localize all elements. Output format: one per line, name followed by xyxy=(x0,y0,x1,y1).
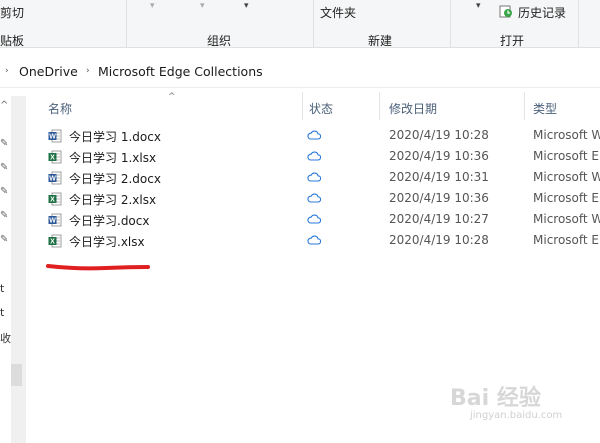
clipboard-group-label: 贴板 xyxy=(0,34,25,48)
open-group-label: 打开 xyxy=(500,34,525,48)
cloud-icon xyxy=(307,235,321,245)
breadcrumb-arrow-icon[interactable]: › xyxy=(5,66,9,76)
svg-text:X: X xyxy=(50,239,55,246)
new-group-label: 新建 xyxy=(368,34,393,48)
file-name[interactable]: 今日学习 2.xlsx xyxy=(69,191,156,208)
file-row[interactable]: X 今日学习.xlsx 2020/4/19 10:28 Microsoft E xyxy=(44,231,600,252)
breadcrumb-arrow-icon[interactable]: › xyxy=(86,66,90,76)
svg-text:X: X xyxy=(50,197,55,204)
pin-icon[interactable]: ✎ xyxy=(0,138,8,149)
chevron-down-icon[interactable]: ▾ xyxy=(476,1,481,11)
file-name[interactable]: 今日学习 1.docx xyxy=(69,128,161,145)
chevron-down-icon[interactable]: ▾ xyxy=(200,1,205,11)
cloud-icon xyxy=(307,172,321,182)
ribbon-separator xyxy=(313,0,314,47)
ribbon-separator xyxy=(578,0,579,47)
file-type: Microsoft W xyxy=(533,128,600,142)
file-row[interactable]: X 今日学习 2.xlsx 2020/4/19 10:36 Microsoft E xyxy=(44,189,600,210)
file-modified-date: 2020/4/19 10:28 xyxy=(389,128,489,142)
watermark-brand: Bai 经验 xyxy=(450,386,541,411)
cloud-icon xyxy=(307,130,321,140)
pin-icon[interactable]: ✎ xyxy=(0,162,8,173)
file-row[interactable]: W 今日学习 2.docx 2020/4/19 10:31 Microsoft W xyxy=(44,168,600,189)
cut-button[interactable]: 剪切 xyxy=(0,4,24,21)
file-row[interactable]: X 今日学习 1.xlsx 2020/4/19 10:36 Microsoft E xyxy=(44,147,600,168)
file-name[interactable]: 今日学习.docx xyxy=(69,212,149,229)
file-type: Microsoft W xyxy=(533,212,600,226)
excel-file-icon: X xyxy=(48,150,62,164)
chevron-down-icon[interactable]: ▾ xyxy=(244,1,249,11)
cloud-icon xyxy=(307,151,321,161)
column-separator[interactable] xyxy=(524,92,525,120)
file-type: Microsoft E xyxy=(533,191,600,205)
nav-scrollbar[interactable] xyxy=(11,96,26,443)
new-folder-button[interactable]: 文件夹 xyxy=(320,4,356,21)
svg-text:X: X xyxy=(50,155,55,162)
file-modified-date: 2020/4/19 10:36 xyxy=(389,191,489,205)
ribbon-separator xyxy=(126,0,127,47)
svg-text:W: W xyxy=(49,176,56,183)
watermark-url: jingyan.baidu.com xyxy=(470,410,563,421)
file-name[interactable]: 今日学习 1.xlsx xyxy=(69,149,156,166)
file-modified-date: 2020/4/19 10:28 xyxy=(389,233,489,247)
column-header-status[interactable]: 状态 xyxy=(309,100,333,117)
column-separator[interactable] xyxy=(302,92,303,120)
file-type: Microsoft E xyxy=(533,233,600,247)
organize-group-label: 组织 xyxy=(207,34,232,48)
file-type: Microsoft E xyxy=(533,149,600,163)
chevron-up-icon[interactable]: ^ xyxy=(0,100,8,111)
column-header-date[interactable]: 修改日期 xyxy=(389,100,437,117)
ribbon: 剪切 贴板 ▾ ▾ ▾ 组织 文件夹 新建 ▾ 历史记录 打开 xyxy=(0,0,600,48)
svg-text:W: W xyxy=(49,134,56,141)
svg-text:W: W xyxy=(49,218,56,225)
chevron-down-icon[interactable]: ▾ xyxy=(150,1,155,11)
column-separator[interactable] xyxy=(379,92,380,120)
breadcrumb-onedrive[interactable]: OneDrive xyxy=(19,64,78,79)
excel-file-icon: X xyxy=(48,234,62,248)
address-bar[interactable]: › OneDrive › Microsoft Edge Collections xyxy=(0,55,600,88)
nav-item-fragment[interactable]: t xyxy=(0,282,4,295)
cloud-icon xyxy=(307,214,321,224)
red-highlight-mark xyxy=(46,264,150,271)
file-modified-date: 2020/4/19 10:27 xyxy=(389,212,489,226)
pin-icon[interactable]: ✎ xyxy=(0,186,8,197)
ribbon-separator xyxy=(450,0,451,47)
pin-icon[interactable]: ✎ xyxy=(0,234,8,245)
history-icon xyxy=(499,5,512,18)
file-name[interactable]: 今日学习.xlsx xyxy=(69,233,145,250)
excel-file-icon: X xyxy=(48,192,62,206)
word-file-icon: W xyxy=(48,171,62,185)
word-file-icon: W xyxy=(48,129,62,143)
column-header-name[interactable]: 名称 xyxy=(48,100,72,117)
word-file-icon: W xyxy=(48,213,62,227)
column-header-row: 名称 状态 修改日期 类型 xyxy=(30,92,600,120)
file-type: Microsoft W xyxy=(533,170,600,184)
history-button[interactable]: 历史记录 xyxy=(518,4,566,21)
column-header-type[interactable]: 类型 xyxy=(533,100,557,117)
file-row[interactable]: W 今日学习.docx 2020/4/19 10:27 Microsoft W xyxy=(44,210,600,231)
pin-icon[interactable]: ✎ xyxy=(0,210,8,221)
file-modified-date: 2020/4/19 10:31 xyxy=(389,170,489,184)
nav-item-fragment[interactable]: t xyxy=(0,306,4,319)
file-modified-date: 2020/4/19 10:36 xyxy=(389,149,489,163)
file-row[interactable]: W 今日学习 1.docx 2020/4/19 10:28 Microsoft W xyxy=(44,126,600,147)
nav-item-fragment[interactable]: 收 xyxy=(0,330,11,346)
scrollbar-thumb[interactable] xyxy=(11,364,22,386)
navigation-pane[interactable]: ^ ✎ ✎ ✎ ✎ ✎ t t 收 xyxy=(0,88,26,443)
file-name[interactable]: 今日学习 2.docx xyxy=(69,170,161,187)
breadcrumb-collections[interactable]: Microsoft Edge Collections xyxy=(98,64,263,79)
cloud-icon xyxy=(307,193,321,203)
